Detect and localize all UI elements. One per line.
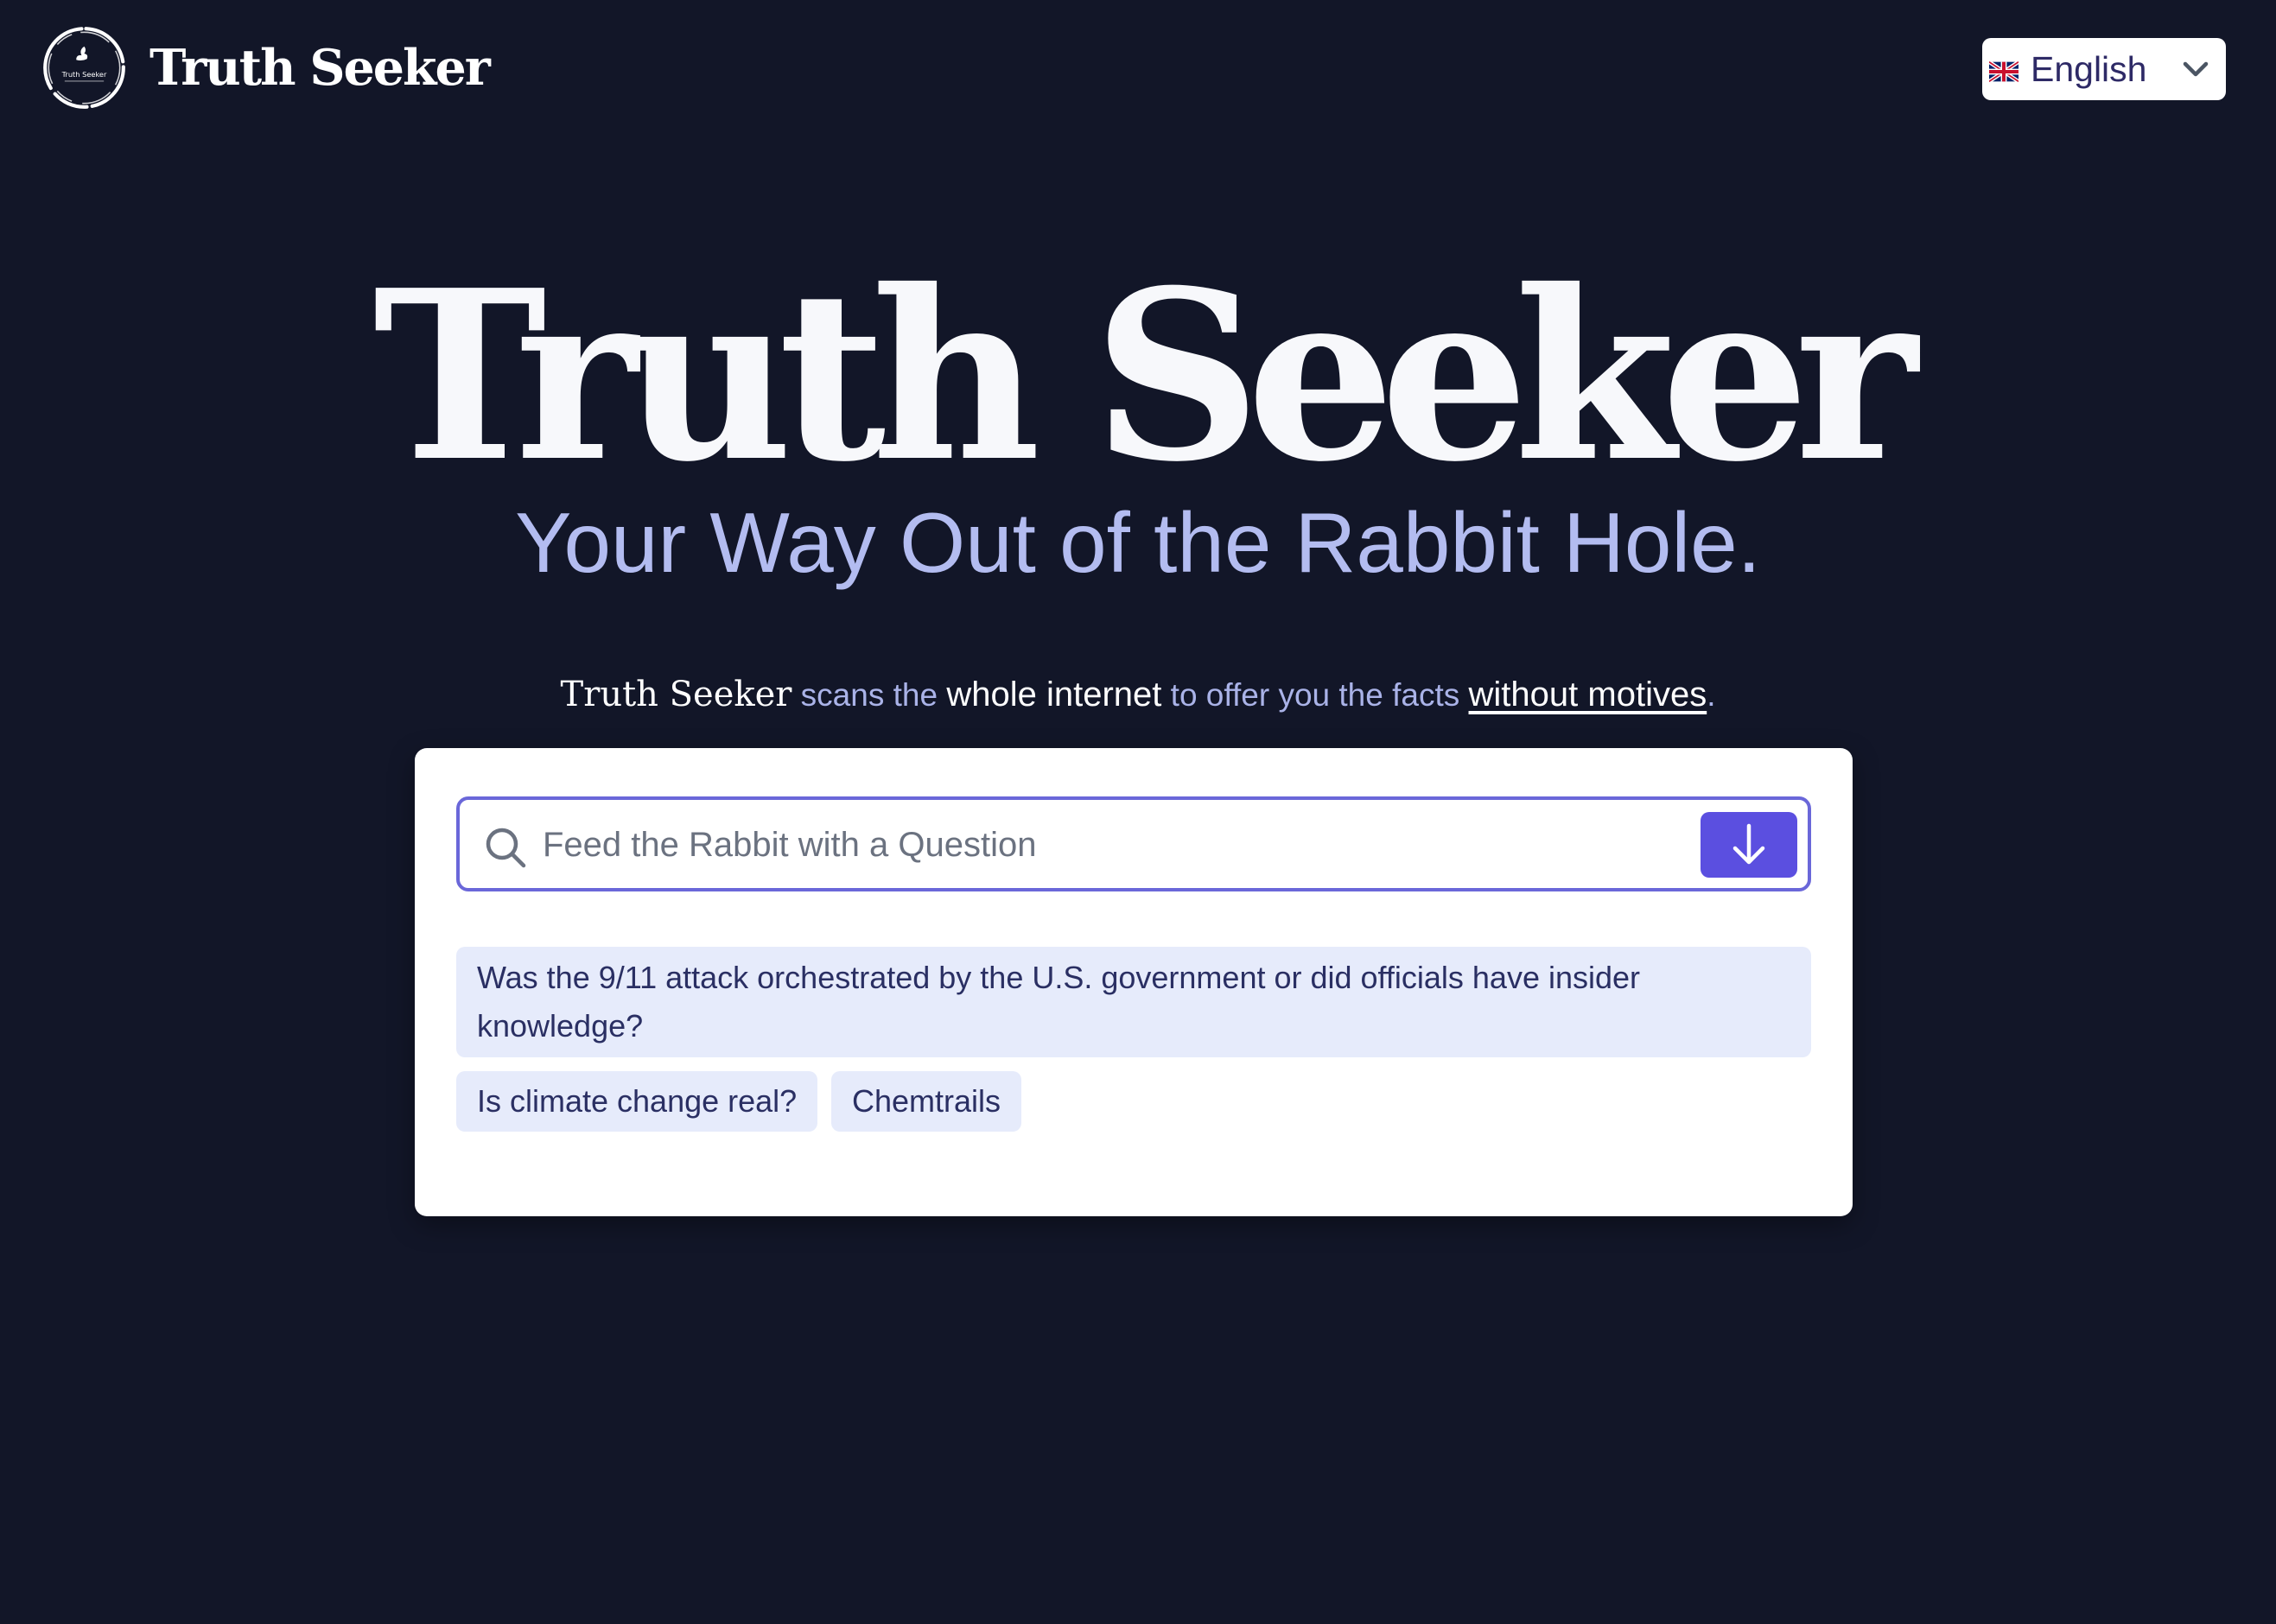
submit-question-button[interactable] — [1701, 812, 1797, 878]
tagline-highlight: whole internet — [946, 676, 1162, 714]
hero-title: Truth Seeker — [372, 238, 1918, 513]
language-select[interactable]: English — [1982, 38, 2226, 100]
without-motives-link[interactable]: without motives — [1469, 676, 1707, 714]
search-box — [456, 796, 1811, 891]
search-icon — [486, 828, 526, 868]
search-input[interactable] — [543, 810, 1562, 879]
tagline: Truth Seeker scans the whole internet to… — [0, 672, 2276, 718]
search-card: Was the 9/11 attack orchestrated by the … — [415, 748, 1853, 1216]
rabbit-logo-icon: Truth Seeker — [43, 27, 125, 109]
home-logo-link[interactable]: Truth Seeker Truth Seeker — [40, 23, 491, 112]
arrow-down-icon — [1732, 823, 1765, 865]
hero-subtitle: Your Way Out of the Rabbit Hole. — [515, 495, 1761, 590]
logo-text: Truth Seeker — [61, 70, 107, 79]
suggestion-chip[interactable]: Was the 9/11 attack orchestrated by the … — [456, 947, 1811, 1057]
language-label: English — [2031, 49, 2147, 89]
brand-name: Truth Seeker — [149, 39, 491, 97]
tagline-brand: Truth Seeker — [560, 675, 792, 714]
suggestion-chip[interactable]: Is climate change real? — [456, 1071, 818, 1132]
suggestion-chip[interactable]: Chemtrails — [831, 1071, 1022, 1132]
tagline-text-2: to offer you the facts — [1161, 677, 1469, 713]
tagline-end: . — [1707, 677, 1716, 713]
uk-flag-icon — [1989, 60, 2019, 83]
chevron-down-icon — [2183, 61, 2209, 77]
tagline-text-1: scans the — [792, 677, 947, 713]
